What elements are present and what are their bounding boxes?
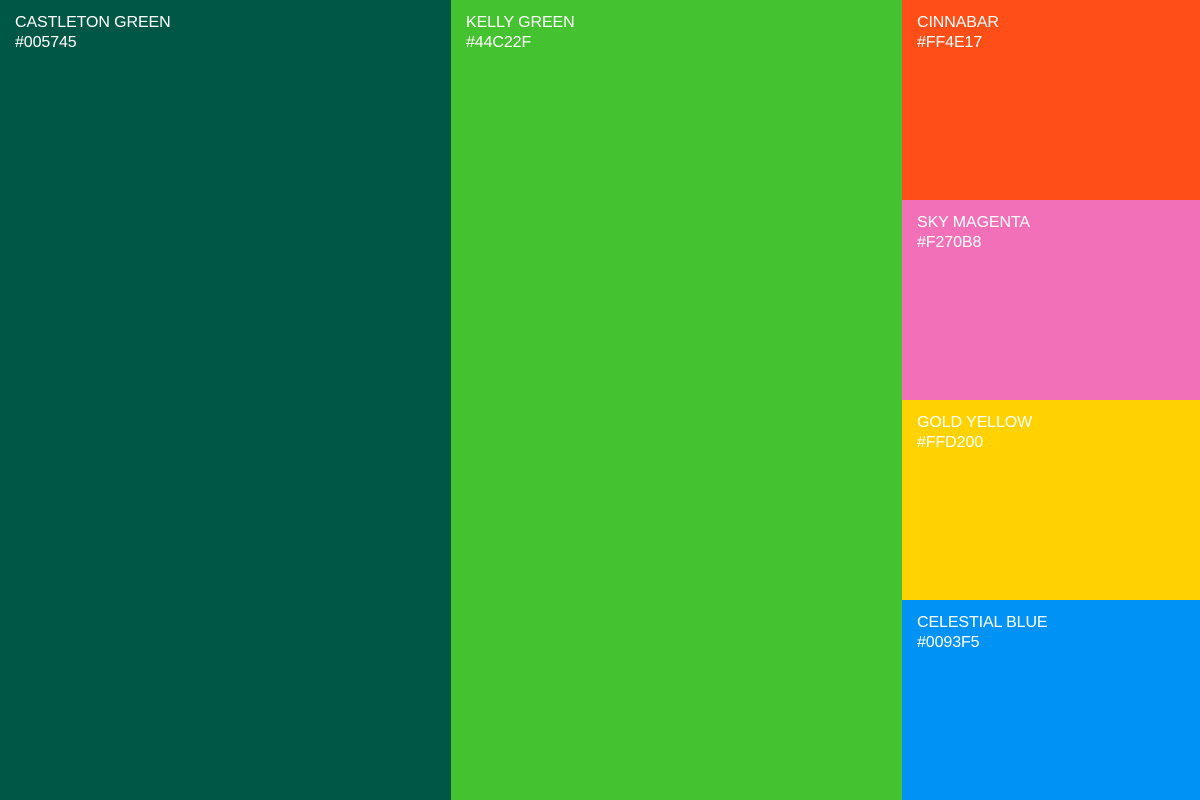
swatch-hex-code: #44C22F — [466, 34, 532, 51]
swatch-hex-code: #0093F5 — [917, 634, 980, 651]
swatch-castleton-green: CASTLETON GREEN #005745 — [0, 0, 451, 800]
palette-column-left: CASTLETON GREEN #005745 — [0, 0, 451, 800]
swatch-hex-code: #FFD200 — [917, 434, 983, 451]
swatch-name: CASTLETON GREEN — [15, 14, 171, 31]
swatch-hex-code: #005745 — [15, 34, 77, 51]
palette-column-right: CINNABAR #FF4E17 SKY MAGENTA #F270B8 GOL… — [902, 0, 1200, 800]
swatch-name: SKY MAGENTA — [917, 214, 1031, 231]
swatch-celestial-blue: CELESTIAL BLUE #0093F5 — [902, 600, 1200, 800]
swatch-hex-code: #FF4E17 — [917, 34, 983, 51]
swatch-hex-code: #F270B8 — [917, 234, 982, 251]
palette-column-middle: KELLY GREEN #44C22F — [451, 0, 902, 800]
swatch-kelly-green: KELLY GREEN #44C22F — [451, 0, 902, 800]
color-palette: CASTLETON GREEN #005745 KELLY GREEN #44C… — [0, 0, 1200, 800]
swatch-name: CELESTIAL BLUE — [917, 614, 1048, 631]
swatch-name: KELLY GREEN — [466, 14, 575, 31]
swatch-sky-magenta: SKY MAGENTA #F270B8 — [902, 200, 1200, 400]
swatch-cinnabar: CINNABAR #FF4E17 — [902, 0, 1200, 200]
swatch-name: CINNABAR — [917, 14, 999, 31]
swatch-gold-yellow: GOLD YELLOW #FFD200 — [902, 400, 1200, 600]
swatch-name: GOLD YELLOW — [917, 414, 1033, 431]
